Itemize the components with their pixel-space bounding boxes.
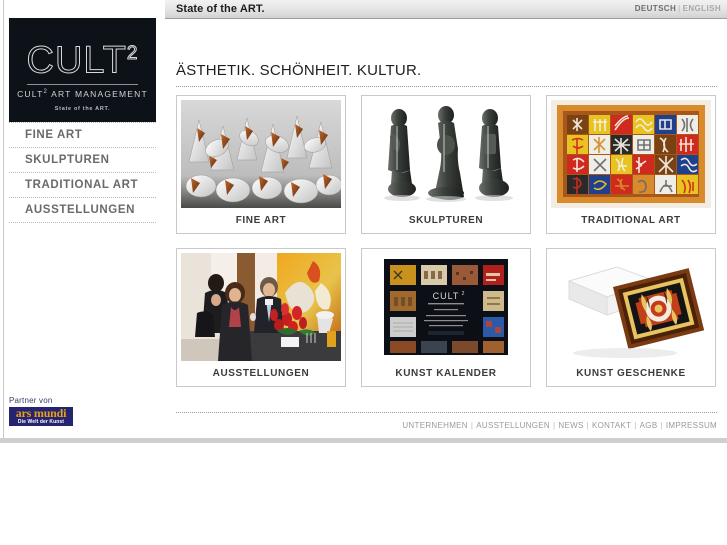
svg-text:2: 2 [462, 291, 465, 297]
sidebar-item-skulpturen[interactable]: SKULPTUREN [9, 148, 156, 172]
tile-caption: KUNST GESCHENKE [576, 368, 686, 379]
skulpturen-thumbnail [366, 100, 526, 208]
ausstellungen-photo-icon [181, 253, 341, 361]
headline-dotted-rule [176, 86, 717, 87]
ars-mundi-slogan: Die Welt der Kunst [17, 419, 65, 425]
tile-kunst-geschenke[interactable]: KUNST GESCHENKE [546, 248, 716, 387]
page-title: State of the ART. [176, 3, 265, 15]
footer-link-agb[interactable]: AGB [640, 421, 658, 430]
logo-wordmark-text: CULT [26, 39, 127, 82]
kunst-geschenke-thumbnail [551, 253, 711, 361]
ars-mundi-logo[interactable]: ars mundi Die Welt der Kunst [9, 407, 73, 426]
browser-content-shell: State of the ART. DEUTSCH | ENGLISH CULT2 … [0, 0, 727, 438]
logo-divider-line [27, 84, 138, 85]
cult2-logo[interactable]: CULT2 CULT2 ART MANAGEMENT State of the … [9, 18, 156, 122]
page-root: State of the ART. DEUTSCH | ENGLISH CULT2 … [0, 0, 727, 545]
language-link-deutsch[interactable]: DEUTSCH [635, 4, 676, 13]
main-content: ÄSTHETIK. SCHÖNHEIT. KULTUR. FINE ART SK… [165, 20, 727, 438]
logo-wordmark-exponent: 2 [126, 43, 139, 65]
footer-link-ausstellungen[interactable]: AUSSTELLUNGEN [476, 421, 550, 430]
top-header-bar: State of the ART. DEUTSCH | ENGLISH [165, 0, 727, 19]
fine-art-artwork-icon [181, 100, 341, 208]
traditional-art-thumbnail [551, 100, 711, 208]
kunst-geschenke-product-icon [551, 253, 711, 361]
page-bottom-shadow [0, 438, 727, 443]
sidebar-navigation: FINE ART SKULPTUREN TRADITIONAL ART AUSS… [9, 122, 156, 223]
footer-separator: | [586, 421, 589, 430]
skulpturen-artwork-icon [366, 100, 526, 208]
main-headline: ÄSTHETIK. SCHÖNHEIT. KULTUR. [176, 62, 422, 79]
ausstellungen-thumbnail [181, 253, 341, 361]
tile-ausstellungen[interactable]: AUSSTELLUNGEN [176, 248, 346, 387]
footer-dotted-rule [176, 412, 717, 413]
tile-kunst-kalender[interactable]: CULT 2 KUNST KALENDER [361, 248, 531, 387]
language-link-english[interactable]: ENGLISH [683, 4, 721, 13]
tile-caption: FINE ART [235, 215, 287, 226]
tile-skulpturen[interactable]: SKULPTUREN [361, 95, 531, 234]
sidebar-item-traditional-art[interactable]: TRADITIONAL ART [9, 173, 156, 197]
category-tile-grid: FINE ART SKULPTUREN TRADITIONAL ART AUSS… [176, 95, 717, 401]
footer-separator: | [660, 421, 663, 430]
sidebar: CULT2 CULT2 ART MANAGEMENT State of the … [0, 0, 165, 438]
fine-art-thumbnail [181, 100, 341, 208]
tile-row-2: AUSSTELLUNGEN CULT 2 KUNST KALENDER KUNS… [176, 248, 717, 387]
traditional-art-artwork-icon [551, 100, 711, 208]
logo-subtitle-after: ART MANAGEMENT [48, 89, 148, 99]
logo-wordmark: CULT2 [9, 35, 156, 80]
footer-link-kontakt[interactable]: KONTAKT [592, 421, 631, 430]
tile-caption: KUNST KALENDER [395, 368, 497, 379]
footer-separator: | [634, 421, 637, 430]
tile-fine-art[interactable]: FINE ART [176, 95, 346, 234]
language-switcher: DEUTSCH | ENGLISH [635, 4, 721, 13]
logo-tagline: State of the ART. [54, 106, 111, 112]
sidebar-item-ausstellungen[interactable]: AUSSTELLUNGEN [9, 198, 156, 222]
tile-caption: AUSSTELLUNGEN [212, 368, 310, 379]
sidebar-item-fine-art[interactable]: FINE ART [9, 123, 156, 147]
logo-subtitle-before: CULT [17, 89, 44, 99]
sidebar-divider [3, 0, 4, 438]
logo-subtitle: CULT2 ART MANAGEMENT [9, 89, 156, 99]
tile-caption: SKULPTUREN [408, 215, 484, 226]
tile-row-1: FINE ART SKULPTUREN TRADITIONAL ART [176, 95, 717, 234]
partner-label: Partner von [9, 396, 53, 405]
kunst-kalender-thumbnail: CULT 2 [366, 253, 526, 361]
footer-navigation: UNTERNEHMEN | AUSSTELLUNGEN | NEWS | KONTAKT | A… [402, 421, 717, 430]
nav-separator [9, 222, 156, 223]
tile-traditional-art[interactable]: TRADITIONAL ART [546, 95, 716, 234]
svg-text:CULT: CULT [433, 291, 460, 301]
kunst-kalender-poster-icon: CULT 2 [366, 253, 526, 361]
partner-block: Partner von ars mundi Die Welt der Kunst [9, 396, 129, 426]
footer-link-impressum[interactable]: IMPRESSUM [666, 421, 717, 430]
footer-link-news[interactable]: NEWS [558, 421, 583, 430]
footer-link-unternehmen[interactable]: UNTERNEHMEN [402, 421, 468, 430]
tile-caption: TRADITIONAL ART [581, 215, 681, 226]
